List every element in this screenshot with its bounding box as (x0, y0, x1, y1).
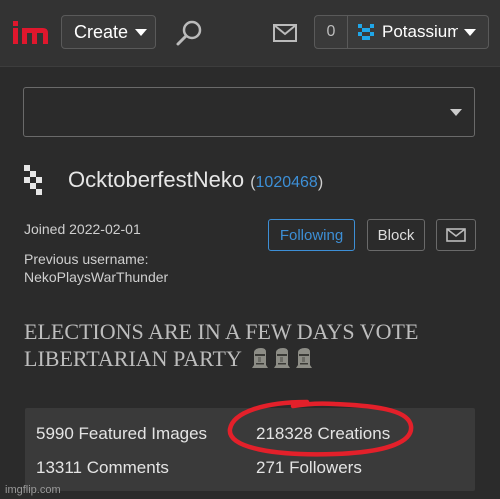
joined-date: Joined 2022-02-01 (24, 221, 141, 237)
chevron-down-icon (450, 109, 462, 116)
comments-stat[interactable]: 13311 Comments (36, 458, 169, 478)
mail-icon (446, 228, 466, 242)
current-username: Potassium (382, 22, 458, 41)
profile-header: OcktoberfestNeko (1020468) (68, 167, 323, 193)
creations-stat[interactable]: 218328 Creations (256, 424, 390, 444)
block-button[interactable]: Block (367, 219, 425, 251)
featured-images-stat[interactable]: 5990 Featured Images (36, 424, 207, 444)
previous-username: NekoPlaysWarThunder (24, 269, 169, 285)
profile-bio: ELECTIONS ARE IN A FEW DAYS VOTE LIBERTA… (24, 318, 474, 372)
moai-emoji-icon (251, 348, 268, 368)
search-icon[interactable] (175, 19, 203, 47)
user-avatar-icon (358, 24, 374, 40)
previous-username-label: Previous username: (24, 251, 149, 267)
profile-id-link[interactable]: 1020468 (256, 174, 318, 191)
create-menu-button[interactable]: Create (61, 15, 156, 49)
user-menu-button[interactable]: Potassium (348, 15, 489, 49)
mail-icon[interactable] (273, 24, 297, 42)
message-button[interactable] (436, 219, 476, 251)
imgflip-logo-icon[interactable] (13, 19, 49, 47)
moai-emoji-icon (295, 348, 312, 368)
profile-avatar-icon (24, 165, 42, 195)
profile-id-group: (1020468) (250, 174, 323, 191)
chevron-down-icon (135, 28, 148, 36)
create-label: Create (74, 21, 129, 42)
profile-username: OcktoberfestNeko (68, 167, 245, 192)
followers-stat[interactable]: 271 Followers (256, 458, 362, 478)
stream-select-dropdown[interactable] (23, 87, 475, 137)
notification-count-button[interactable]: 0 (314, 15, 348, 49)
profile-stats-panel: 5990 Featured Images 218328 Creations 13… (25, 408, 475, 491)
moai-emoji-icon (273, 348, 290, 368)
bio-text: ELECTIONS ARE IN A FEW DAYS VOTE LIBERTA… (24, 319, 419, 371)
chevron-down-icon (464, 28, 476, 36)
following-button[interactable]: Following (268, 219, 355, 251)
imgflip-watermark: imgflip.com (5, 484, 61, 496)
profile-id-close: ) (317, 174, 324, 191)
top-navigation-bar: Create 0 Potassium (0, 0, 500, 67)
